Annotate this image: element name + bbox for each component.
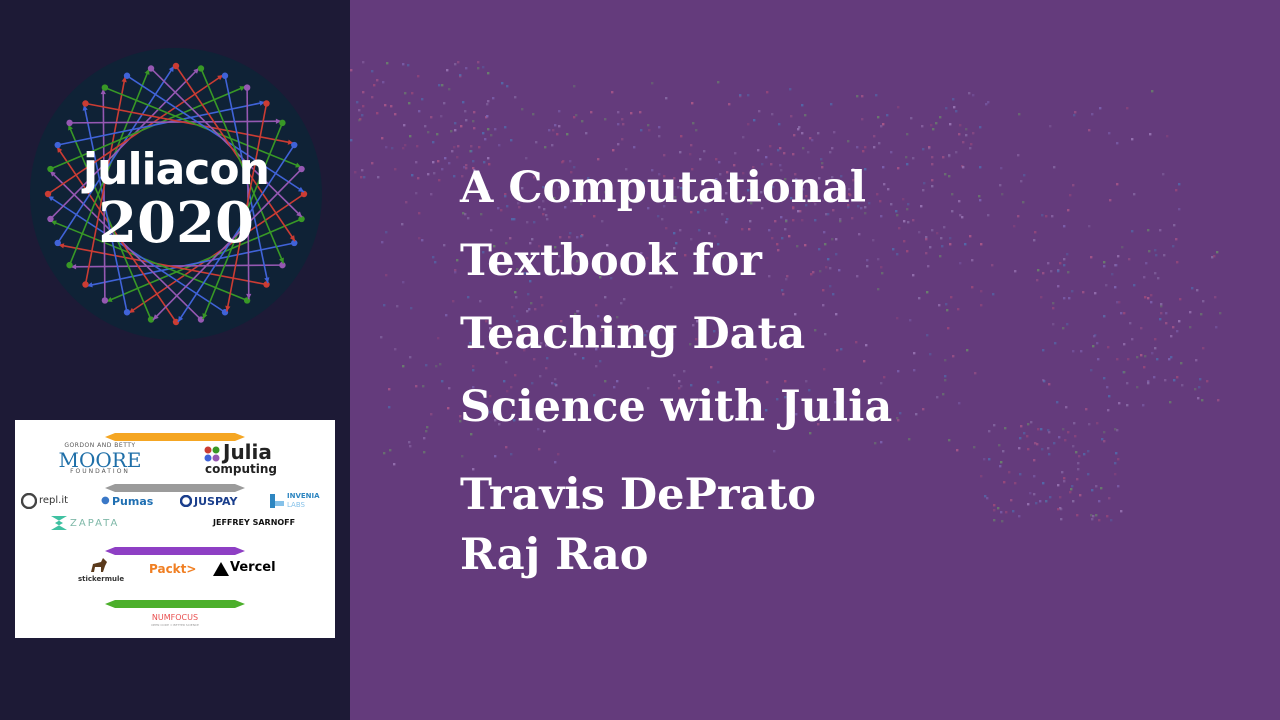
speakers: Travis DePrato Raj Rao	[460, 465, 816, 585]
fiscal-sponsor-label: FISCAL SPONSOR	[155, 594, 195, 599]
juliacon-logo: juliacon 2020	[26, 44, 326, 344]
talk-title: A Computational Textbook for Teaching Da…	[460, 152, 892, 444]
julia-computing-sub: computing	[205, 462, 277, 476]
vercel-logo: Vercel	[230, 560, 276, 575]
title-line: Science with Julia	[460, 382, 893, 432]
numfocus-logo: NUMFOCUS	[151, 613, 199, 622]
juspay-icon	[180, 495, 192, 507]
title-line: A Computational	[460, 163, 867, 213]
moore-bottom: FOUNDATION	[70, 468, 130, 475]
jeffrey-sarnoff: JEFFREY SARNOFF	[213, 518, 296, 527]
speaker-name: Raj Rao	[460, 530, 649, 580]
conference-year: 2020	[98, 190, 254, 256]
julia-computing-logo: Julia	[223, 440, 272, 464]
conference-name: juliacon	[83, 144, 270, 195]
left-panel: juliacon 2020 GOLD SPONSORS GORDON AND B…	[0, 0, 350, 720]
sponsors-panel: GOLD SPONSORS GORDON AND BETTY MOORE FOU…	[15, 420, 335, 638]
title-line: Textbook for	[460, 236, 762, 286]
pumas-logo: Pumas	[112, 495, 154, 508]
packt-logo: Packt>	[149, 562, 197, 576]
media-partners-banner: MEDIA PARTNERS	[105, 540, 245, 555]
replit-logo: repl.it	[39, 495, 69, 506]
numfocus-tagline: OPEN CODE = BETTER SCIENCE	[151, 623, 199, 627]
zapata-logo: ZAPATA	[70, 518, 120, 529]
stickermule-icon	[91, 558, 107, 572]
media-partners-label: MEDIA PARTNERS	[155, 541, 195, 546]
invenia-labs: LABS	[287, 501, 305, 509]
gold-sponsors-label: GOLD SPONSORS	[155, 427, 195, 432]
invenia-logo: INVENIA	[287, 492, 320, 500]
julia-dots-icon	[204, 446, 220, 462]
gold-sponsors-banner: GOLD SPONSORS	[105, 426, 245, 441]
zapata-icon	[51, 516, 67, 530]
fiscal-sponsor-banner: FISCAL SPONSOR	[105, 593, 245, 608]
vercel-icon	[213, 562, 229, 576]
juspay-logo: JUSPAY	[194, 495, 238, 508]
silver-sponsors-banner: SILVER SPONSORS	[105, 477, 245, 492]
invenia-icon	[270, 494, 284, 508]
replit-icon	[21, 493, 37, 509]
pumas-icon: ●	[101, 495, 110, 506]
stickermule-logo: stickermule	[78, 575, 125, 583]
speaker-name: Travis DePrato	[460, 470, 816, 520]
silver-sponsors-label: SILVER SPONSORS	[154, 478, 196, 483]
title-line: Teaching Data	[460, 309, 806, 359]
